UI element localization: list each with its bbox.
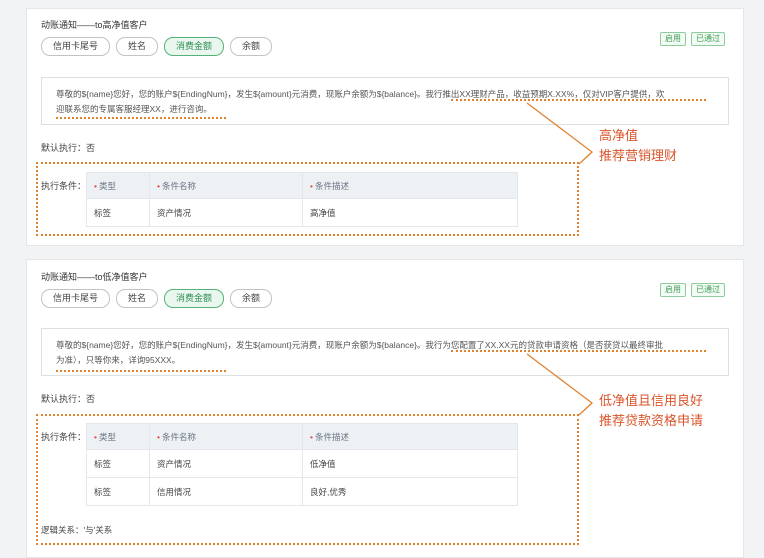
annotation-line: 高净值 xyxy=(599,129,639,144)
annotation-note-1: 高净值 推荐营销理财 xyxy=(599,127,677,167)
callout-arrow-2 xyxy=(526,353,594,416)
callout-arrow-1 xyxy=(526,102,594,165)
annotation-note-2: 低净值且信用良好 推荐贷款资格申请 xyxy=(599,392,703,432)
annotation-line: 低净值且信用良好 xyxy=(599,394,704,409)
annotation-line: 推荐营销理财 xyxy=(599,149,678,164)
annotation-line: 推荐贷款资格申请 xyxy=(599,414,704,429)
annotation-callout-lines xyxy=(526,102,594,416)
